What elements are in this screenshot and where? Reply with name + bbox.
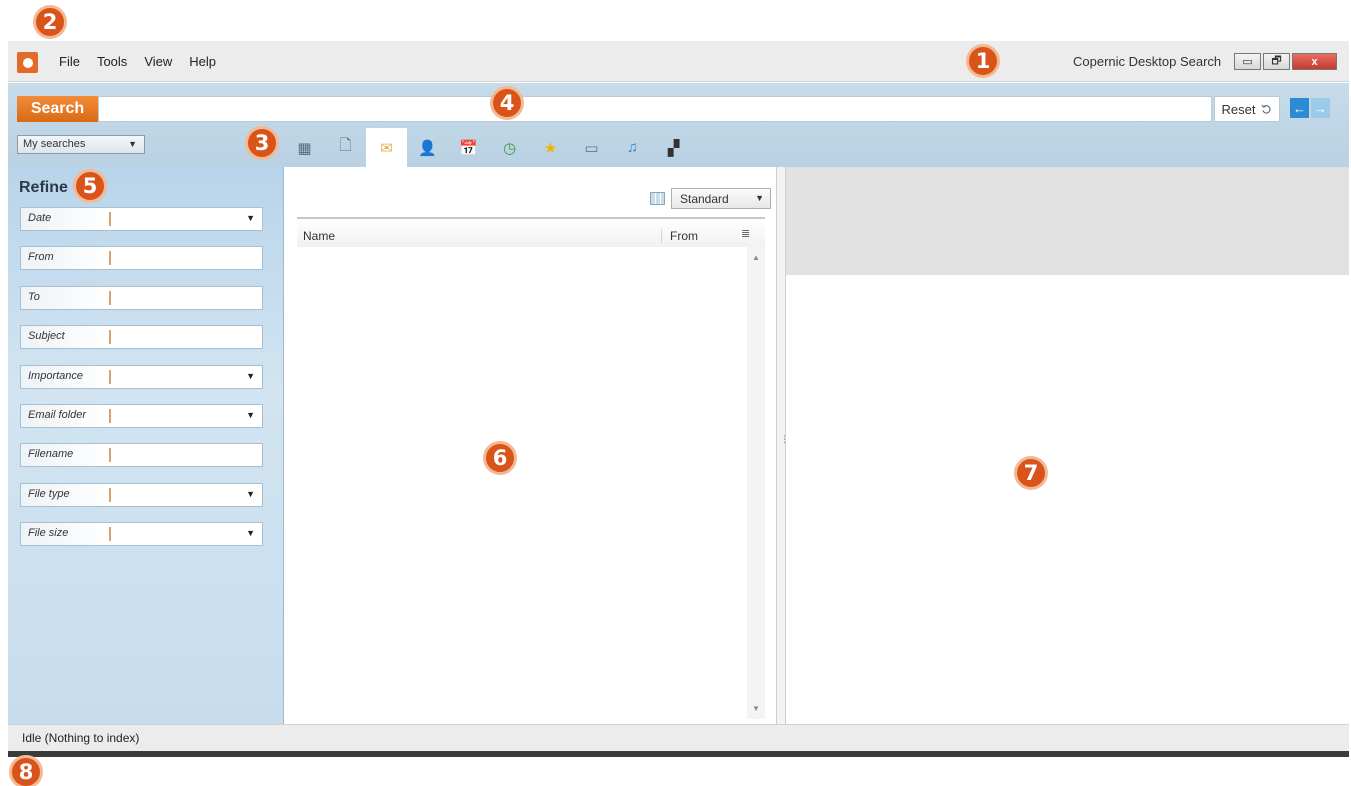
chevron-down-icon: ▼ — [128, 139, 137, 149]
email-icon: ✉ — [380, 139, 393, 157]
reset-label: Reset — [1221, 101, 1256, 117]
menu-help[interactable]: Help — [189, 54, 216, 69]
undo-icon — [1261, 104, 1271, 114]
history-icon: ◷ — [502, 139, 517, 157]
field-label: File type — [21, 484, 107, 506]
tab-contacts[interactable]: 👤 — [407, 128, 448, 167]
chevron-down-icon[interactable]: ▼ — [246, 371, 255, 381]
column-config-icon[interactable]: ≣ — [741, 227, 750, 240]
refine-filename-field[interactable]: Filename — [20, 443, 263, 467]
scroll-down-icon[interactable]: ▼ — [752, 704, 760, 713]
refine-to-field[interactable]: To — [20, 286, 263, 310]
window-title: Copernic Desktop Search — [1073, 54, 1222, 69]
callout-7: 7 — [1014, 456, 1048, 490]
field-label: Subject — [21, 326, 107, 348]
column-from[interactable]: From — [661, 229, 698, 243]
results-scrollbar[interactable]: ▲ ▼ — [747, 247, 765, 719]
field-label: Filename — [21, 444, 107, 466]
view-mode-label: Standard — [680, 192, 729, 206]
preview-panel — [786, 167, 1349, 724]
refine-file-type-field[interactable]: File type ▼ — [20, 483, 263, 507]
field-label: Importance — [21, 366, 107, 388]
view-grid-icon[interactable] — [650, 192, 665, 205]
refine-panel: Refine Date ▼ From To Subject Importance… — [8, 167, 284, 724]
tab-pictures[interactable]: ▭ — [571, 128, 612, 167]
title-bar: File Tools View Help Copernic Desktop Se… — [8, 41, 1349, 82]
status-bar: Idle (Nothing to index) — [8, 724, 1349, 751]
refine-email-folder-field[interactable]: Email folder ▼ — [20, 404, 263, 428]
refine-subject-field[interactable]: Subject — [20, 325, 263, 349]
tab-music[interactable]: ♫ — [612, 128, 653, 167]
picture-icon: ▭ — [584, 139, 599, 157]
callout-3: 3 — [245, 126, 279, 160]
window-controls: ▭ 🗗 x — [1234, 53, 1339, 70]
tab-favorites[interactable]: ★ — [530, 128, 571, 167]
calendar-icon: 📅 — [459, 139, 478, 157]
scroll-up-icon[interactable]: ▲ — [752, 253, 760, 262]
chevron-down-icon[interactable]: ▼ — [246, 410, 255, 420]
menu-bar: File Tools View Help — [59, 54, 216, 69]
back-button[interactable]: ← — [1290, 98, 1309, 118]
all-types-icon: ▦ — [297, 139, 312, 157]
column-name[interactable]: Name — [303, 229, 335, 243]
refine-importance-field[interactable]: Importance ▼ — [20, 365, 263, 389]
results-panel: Standard ▼ Name From ≣ ▲ ▼ — [285, 167, 776, 724]
menu-tools[interactable]: Tools — [97, 54, 127, 69]
field-label: From — [21, 247, 107, 269]
tab-emails[interactable]: ✉ — [366, 128, 407, 167]
minimize-button[interactable]: ▭ — [1234, 53, 1261, 70]
app-logo-icon[interactable] — [17, 52, 38, 73]
search-area: Search Reset ← → My searches ▼ ▦ 🗋 ✉ 👤 📅… — [8, 83, 1349, 167]
my-searches-dropdown[interactable]: My searches ▼ — [17, 135, 145, 154]
chevron-down-icon[interactable]: ▼ — [246, 213, 255, 223]
search-label[interactable]: Search — [17, 96, 98, 122]
refine-file-size-field[interactable]: File size ▼ — [20, 522, 263, 546]
forward-button[interactable]: → — [1311, 98, 1330, 118]
tab-history[interactable]: ◷ — [489, 128, 530, 167]
video-icon: ▞ — [667, 139, 680, 157]
refine-date-field[interactable]: Date ▼ — [20, 207, 263, 231]
document-icon: 🗋 — [339, 137, 352, 154]
field-label: File size — [21, 523, 107, 545]
callout-6: 6 — [483, 441, 517, 475]
tab-calendar[interactable]: 📅 — [448, 128, 489, 167]
restore-button[interactable]: 🗗 — [1263, 53, 1290, 70]
tab-documents[interactable]: 🗋 — [325, 128, 366, 167]
star-icon: ★ — [543, 139, 558, 157]
callout-8: 8 — [9, 755, 43, 786]
field-label: To — [21, 287, 107, 309]
chevron-down-icon[interactable]: ▼ — [246, 528, 255, 538]
panel-splitter[interactable]: ⋮ — [776, 167, 789, 724]
category-tabs: ▦ 🗋 ✉ 👤 📅 ◷ ★ ▭ ♫ ▞ — [284, 128, 694, 167]
menu-file[interactable]: File — [59, 54, 80, 69]
contact-icon: 👤 — [418, 139, 437, 157]
music-icon: ♫ — [626, 139, 639, 156]
preview-header — [786, 167, 1349, 275]
taskbar-strip — [8, 751, 1349, 757]
status-text: Idle (Nothing to index) — [22, 731, 140, 745]
chevron-down-icon[interactable]: ▼ — [246, 489, 255, 499]
search-input[interactable] — [98, 96, 1212, 122]
callout-2: 2 — [33, 5, 67, 39]
callout-5: 5 — [73, 169, 107, 203]
close-button[interactable]: x — [1292, 53, 1337, 70]
my-searches-label: My searches — [23, 138, 86, 150]
results-column-header: Name From ≣ — [297, 217, 765, 247]
tab-videos[interactable]: ▞ — [653, 128, 694, 167]
refine-from-field[interactable]: From — [20, 246, 263, 270]
callout-1: 1 — [966, 44, 1000, 78]
refine-title: Refine — [19, 179, 68, 196]
field-label: Date — [21, 208, 107, 230]
view-mode-dropdown[interactable]: Standard ▼ — [671, 188, 771, 209]
view-mode-selector: Standard ▼ — [650, 188, 771, 209]
reset-button[interactable]: Reset — [1214, 96, 1280, 122]
field-label: Email folder — [21, 405, 107, 427]
callout-4: 4 — [490, 86, 524, 120]
menu-view[interactable]: View — [144, 54, 172, 69]
tab-all-types[interactable]: ▦ — [284, 128, 325, 167]
chevron-down-icon: ▼ — [755, 193, 764, 203]
